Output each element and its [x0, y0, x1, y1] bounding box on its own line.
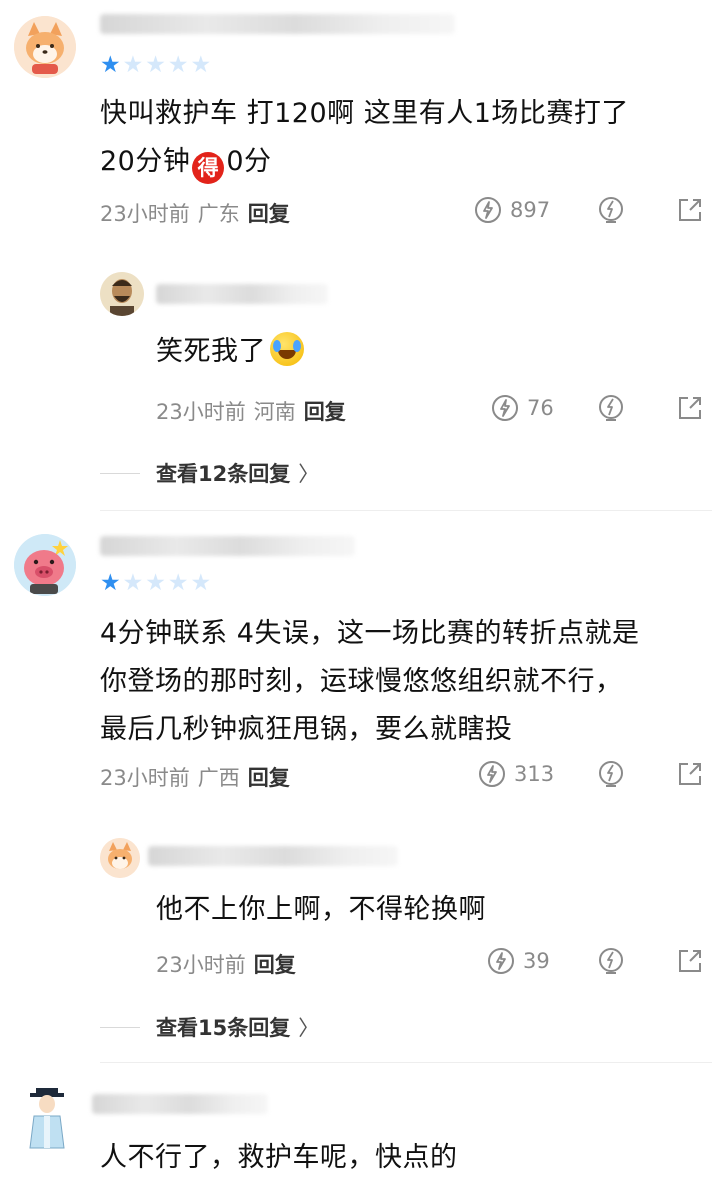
avatar[interactable] — [22, 1086, 72, 1150]
comment-text-content: 人不行了，救护车呢，快点的 — [100, 1142, 458, 1173]
scholar-avatar-icon — [29, 1088, 65, 1149]
username-blurred[interactable] — [92, 1094, 268, 1114]
comment-text: 人不行了，救护车呢，快点的 — [100, 1134, 458, 1182]
comment-3: 人不行了，救护车呢，快点的 — [0, 0, 726, 1186]
